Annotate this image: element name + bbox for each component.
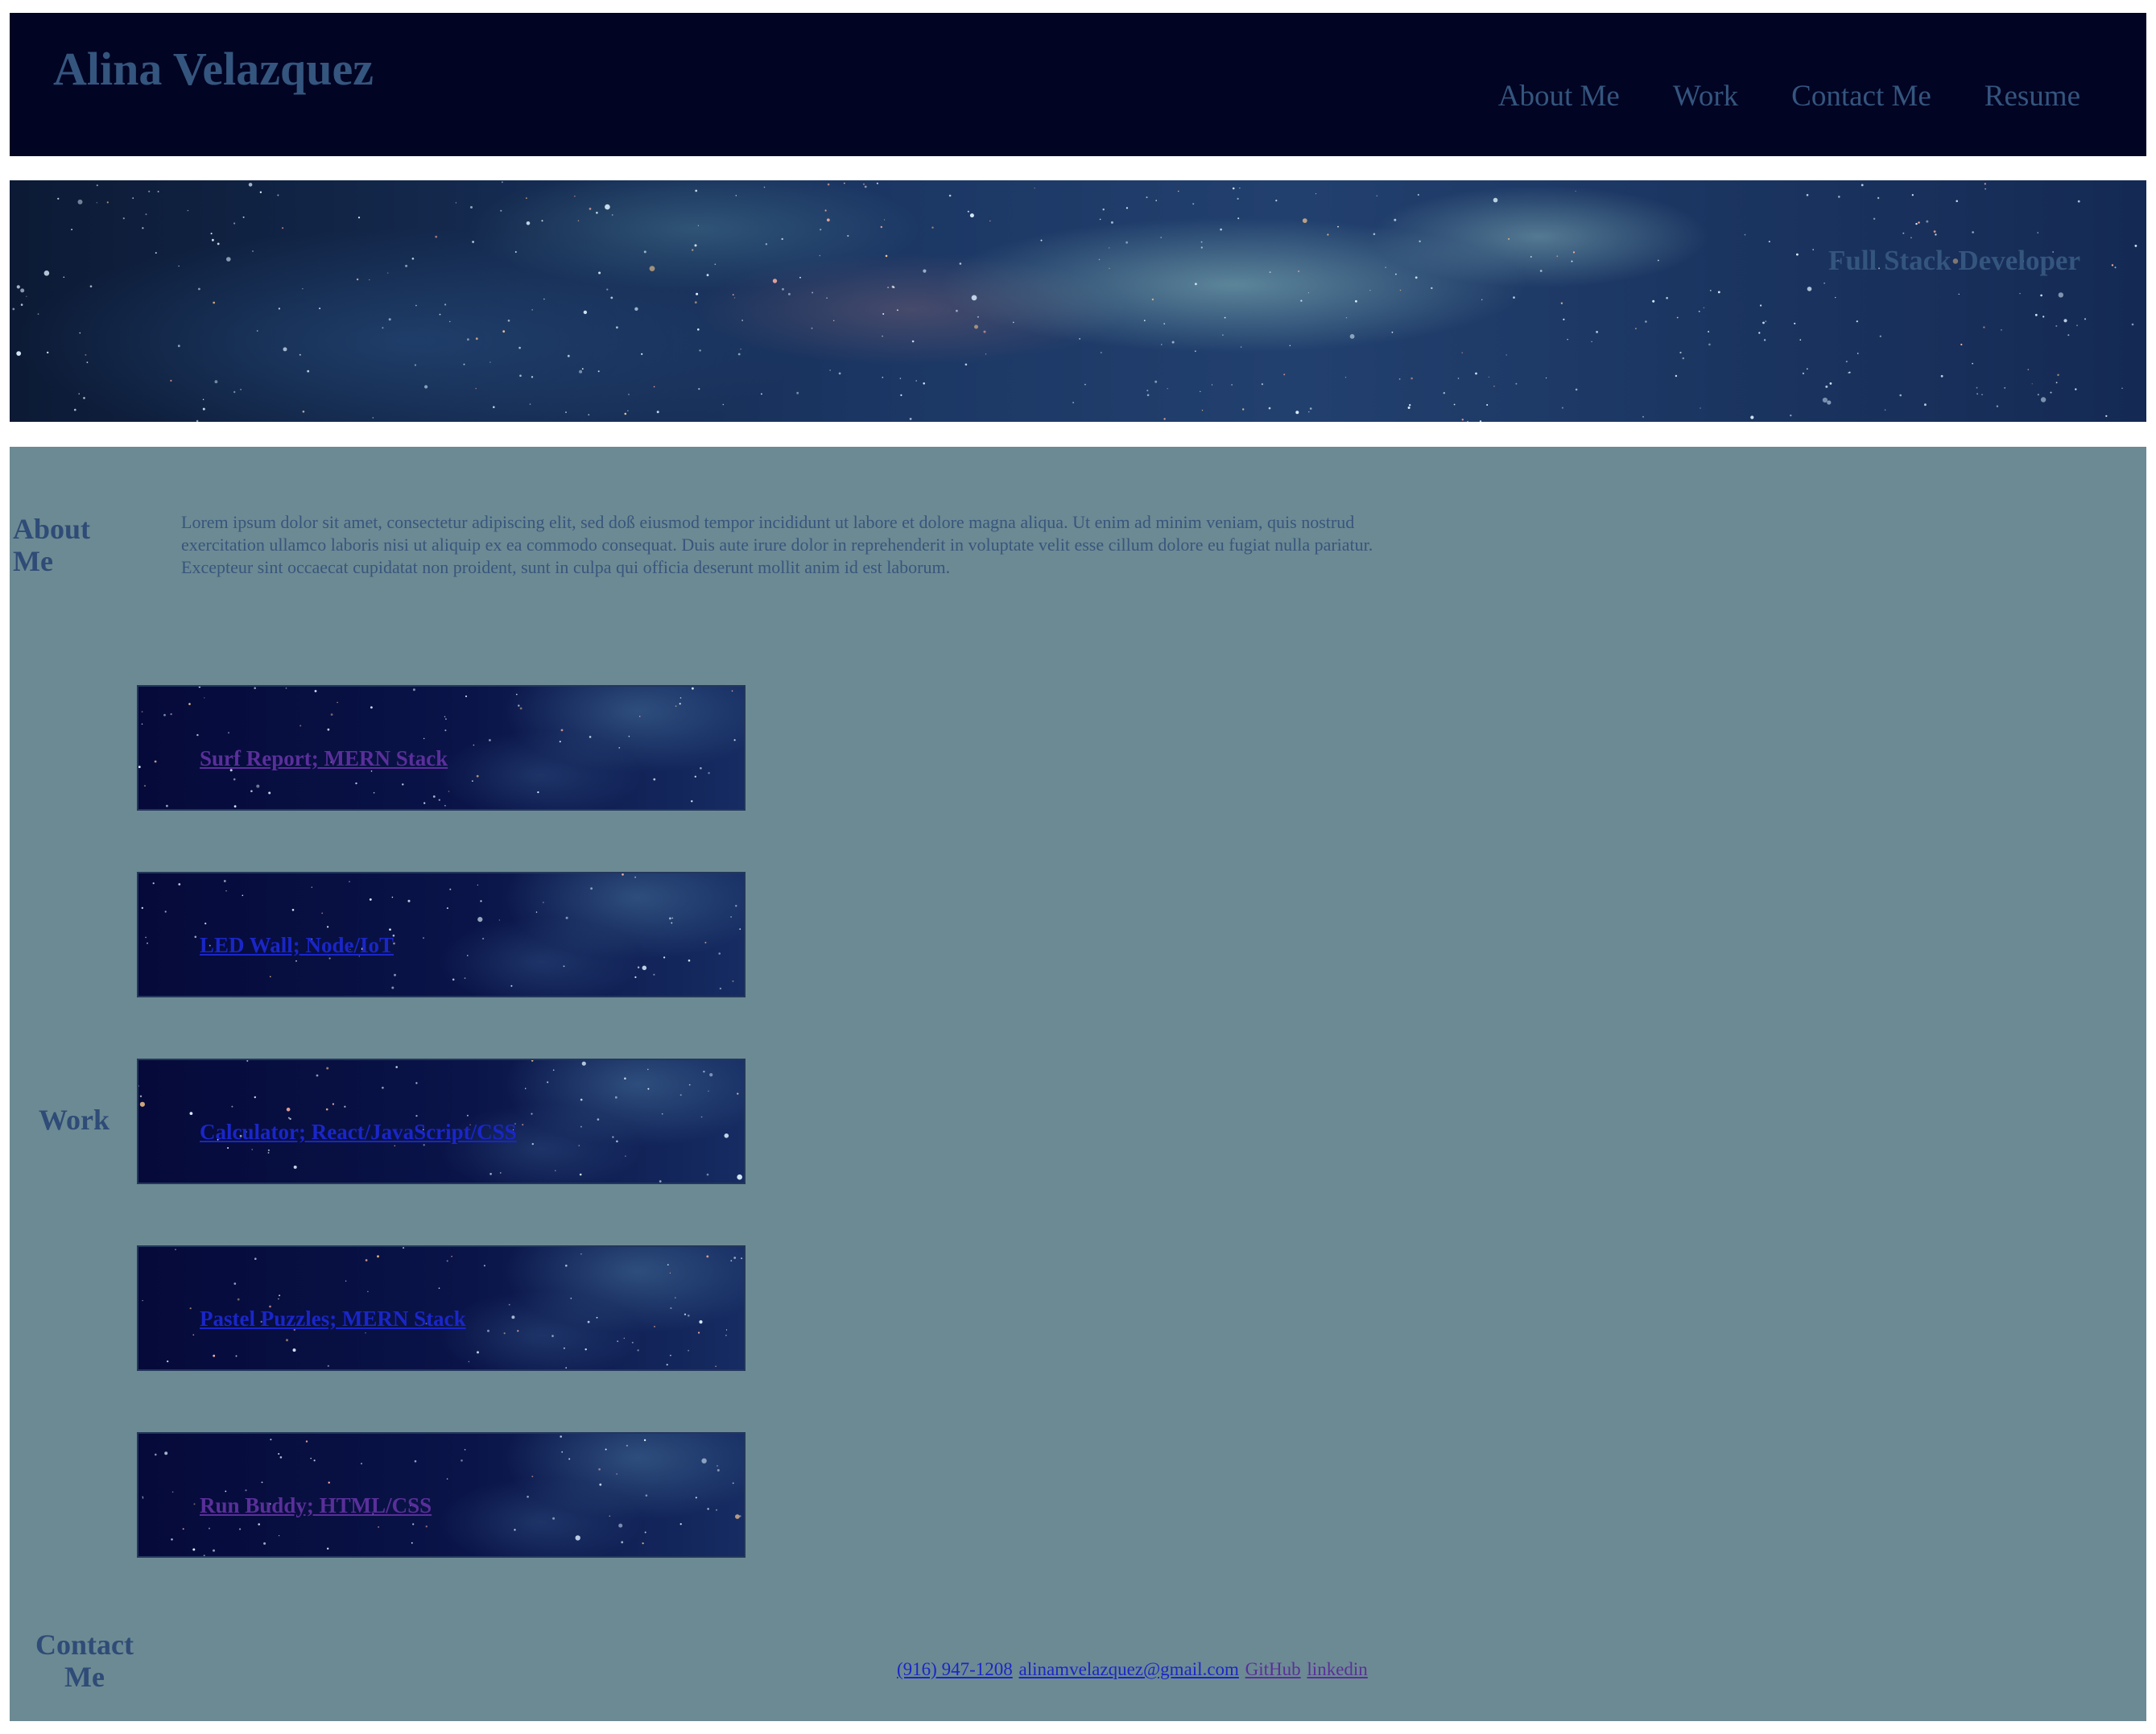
contact-links: (916) 947-1208 alinamvelazquez@gmail.com… <box>897 1659 1369 1680</box>
project-link[interactable]: LED Wall; Node/IoT <box>200 933 394 958</box>
project-link[interactable]: Calculator; React/JavaScript/CSS <box>200 1120 517 1145</box>
project-link[interactable]: Pastel Puzzles; MERN Stack <box>200 1307 466 1331</box>
project-card[interactable]: Pastel Puzzles; MERN Stack <box>137 1245 746 1371</box>
nav-resume[interactable]: Resume <box>1985 79 2080 114</box>
nav-work[interactable]: Work <box>1673 79 1738 114</box>
site-title: Alina Velazquez <box>53 43 374 95</box>
project-link[interactable]: Surf Report; MERN Stack <box>200 746 448 771</box>
nav-about-me[interactable]: About Me <box>1498 79 1620 114</box>
contact-heading: Contact Me <box>35 1629 134 1693</box>
linkedin-link[interactable]: linkedin <box>1307 1659 1367 1679</box>
starfield-background <box>12 181 2137 422</box>
site-header: Alina Velazquez About Me Work Contact Me… <box>10 13 2146 156</box>
nav-contact-me[interactable]: Contact Me <box>1791 79 1931 114</box>
project-link[interactable]: Run Buddy; HTML/CSS <box>200 1493 432 1518</box>
hero-banner: Full Stack Developer <box>10 180 2146 422</box>
about-heading: About Me <box>13 513 91 577</box>
project-card[interactable]: Run Buddy; HTML/CSS <box>137 1432 746 1558</box>
project-card[interactable]: LED Wall; Node/IoT <box>137 872 746 997</box>
work-heading: Work <box>39 1104 110 1136</box>
main-nav: About Me Work Contact Me Resume <box>1498 79 2080 114</box>
project-card[interactable]: Calculator; React/JavaScript/CSS <box>137 1059 746 1184</box>
main-content: About Me Lorem ipsum dolor sit amet, con… <box>10 447 2146 1721</box>
about-text: Lorem ipsum dolor sit amet, consectetur … <box>181 512 1373 577</box>
project-card[interactable]: Surf Report; MERN Stack <box>137 685 746 811</box>
hero-tagline: Full Stack Developer <box>1828 245 2080 276</box>
github-link[interactable]: GitHub <box>1245 1659 1301 1679</box>
phone-link[interactable]: (916) 947-1208 <box>897 1659 1013 1679</box>
email-link[interactable]: alinamvelazquez@gmail.com <box>1018 1659 1238 1679</box>
